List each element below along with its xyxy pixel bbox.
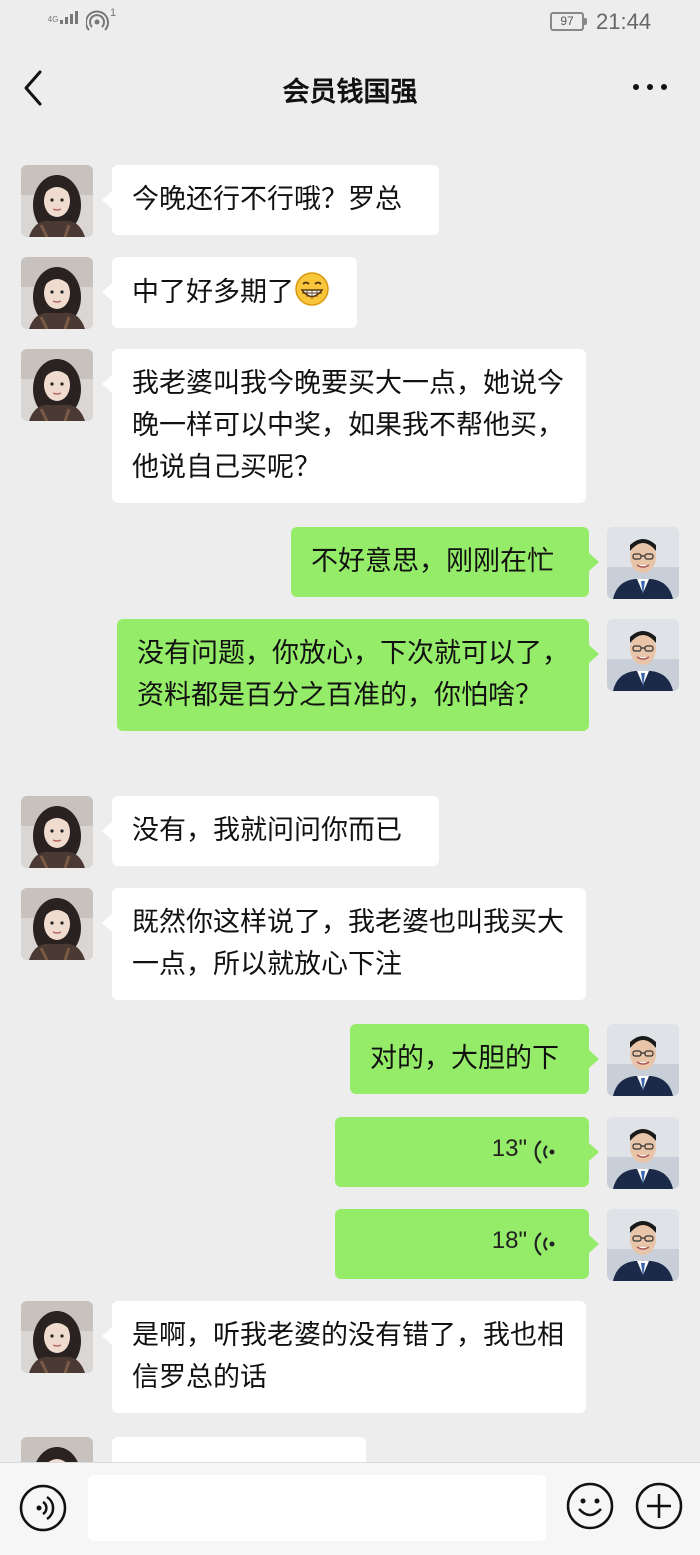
emoji-button[interactable]: [565, 1481, 615, 1531]
message-text: 没有问题，你放心，下次就可以了，资料都是百分之百准的，你怕啥？: [137, 638, 569, 711]
smiley-icon: [566, 1482, 614, 1530]
message-row: 今晚还行不行哦？罗总: [0, 165, 700, 237]
chevron-left-icon: [24, 70, 42, 106]
contact-avatar[interactable]: [21, 1301, 93, 1373]
voice-mode-icon: [19, 1484, 67, 1532]
message-row: 对的，大胆的下: [0, 1024, 700, 1096]
contact-avatar[interactable]: [21, 796, 93, 868]
incoming-message-bubble[interactable]: 我老婆叫我今晚要买大一点，她说今晚一样可以中奖，如果我不帮他买，他说自己买呢？: [102, 349, 586, 503]
message-text: 对的，大胆的下: [370, 1043, 559, 1074]
incoming-message-bubble[interactable]: 中了好多期了: [102, 257, 357, 328]
message-row: 没有问题，你放心，下次就可以了，资料都是百分之百准的，你怕啥？: [0, 619, 700, 775]
contact-avatar[interactable]: [21, 888, 93, 960]
message-row: 中了好多期了: [0, 257, 700, 329]
nav-bar: 会员钱国强: [0, 44, 700, 132]
message-input[interactable]: [88, 1475, 546, 1541]
message-row: 我老婆叫我今晚要买大一点，她说今晚一样可以中奖，如果我不帮他买，他说自己买呢？: [0, 349, 700, 505]
back-button[interactable]: [18, 66, 54, 110]
more-options-button[interactable]: [628, 72, 672, 102]
hotspot-icon: 1: [85, 7, 116, 33]
voice-duration: 18": [491, 1227, 527, 1254]
chat-message-list[interactable]: 今晚还行不行哦？罗总 中了好多期了 我老婆叫我今晚要买大一点，她说今晚一样可以中…: [0, 132, 700, 1462]
status-bar: 4G 1 97 21:44: [0, 0, 700, 44]
outgoing-message-bubble[interactable]: 没有问题，你放心，下次就可以了，资料都是百分之百准的，你怕啥？: [117, 619, 599, 731]
message-row: 既然你这样说了，我老婆也叫我买大一点，所以就放心下注: [0, 888, 700, 1002]
self-avatar[interactable]: [607, 1209, 679, 1281]
more-functions-button[interactable]: [634, 1481, 684, 1531]
grinning-face-icon: [295, 272, 329, 306]
message-row: 13": [0, 1117, 700, 1189]
network-type: 4G: [47, 15, 59, 24]
self-avatar[interactable]: [607, 1024, 679, 1096]
message-text: 既然你这样说了，我老婆也叫我买大一点，所以就放心下注: [132, 907, 564, 980]
message-text: 今晚还行不行哦？罗总: [132, 184, 402, 215]
battery-icon: 97: [550, 12, 587, 31]
voice-duration: 13": [491, 1135, 527, 1162]
message-text: 不好意思，刚刚在忙: [311, 546, 554, 577]
incoming-message-bubble[interactable]: 是啊，听我老婆的没有错了，我也相信罗总的话: [102, 1301, 586, 1413]
voice-wave-icon: [534, 1232, 555, 1256]
more-dots-icon: [633, 84, 667, 90]
incoming-message-bubble[interactable]: 既然你这样说了，我老婆也叫我买大一点，所以就放心下注: [102, 888, 586, 1000]
voice-message-bubble[interactable]: 13": [335, 1117, 599, 1187]
self-avatar[interactable]: [607, 1117, 679, 1189]
message-text: 我老婆叫我今晚要买大一点，她说今晚一样可以中奖，如果我不帮他买，他说自己买呢？: [132, 368, 564, 483]
self-avatar[interactable]: [607, 527, 679, 599]
message-text: 没有，我就问问你而已: [132, 815, 402, 846]
message-text: 中了好多期了: [132, 277, 294, 308]
self-avatar[interactable]: [607, 619, 679, 691]
outgoing-message-bubble[interactable]: 对的，大胆的下: [350, 1024, 599, 1094]
message-row: 是啊，听我老婆的没有错了，我也相信罗总的话: [0, 1301, 700, 1415]
incoming-message-bubble[interactable]: 没有，我就问问你而已: [102, 796, 439, 866]
plus-circle-icon: [635, 1482, 683, 1530]
contact-avatar[interactable]: [21, 349, 93, 421]
battery-level: 97: [560, 14, 574, 28]
message-text: 是啊，听我老婆的没有错了，我也相信罗总的话: [132, 1320, 564, 1393]
message-row: 不好意思，刚刚在忙: [0, 527, 700, 599]
message-row: 没有，我就问问你而已: [0, 796, 700, 868]
contact-avatar[interactable]: [21, 165, 93, 237]
cellular-signal-icon: 4G: [48, 11, 78, 24]
contact-avatar[interactable]: [21, 1437, 93, 1462]
hotspot-count: 1: [110, 7, 117, 19]
voice-input-button[interactable]: [18, 1483, 68, 1533]
incoming-message-bubble[interactable]: [112, 1437, 366, 1462]
incoming-message-bubble[interactable]: 今晚还行不行哦？罗总: [102, 165, 439, 235]
contact-avatar[interactable]: [21, 257, 93, 329]
outgoing-message-bubble[interactable]: 不好意思，刚刚在忙: [291, 527, 599, 597]
message-row: 18": [0, 1209, 700, 1281]
voice-wave-icon: [534, 1140, 555, 1164]
input-bar: [0, 1462, 700, 1555]
status-time: 21:44: [596, 9, 652, 34]
voice-message-bubble[interactable]: 18": [335, 1209, 599, 1279]
message-row: [0, 1437, 700, 1462]
chat-title: 会员钱国强: [282, 77, 418, 108]
